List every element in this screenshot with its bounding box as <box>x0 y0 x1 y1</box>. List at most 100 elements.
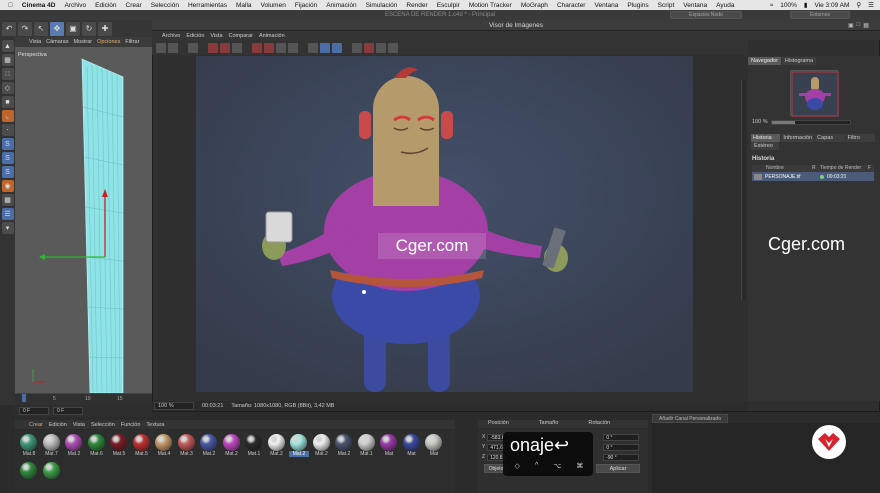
mat-menu-item-active[interactable]: Crear <box>29 422 43 428</box>
compare-icon[interactable] <box>288 42 298 53</box>
menu-item[interactable]: Volumen <box>261 2 286 9</box>
mat-menu-item[interactable]: Función <box>121 422 141 428</box>
col-f[interactable]: F <box>868 165 871 172</box>
nav-zoom-slider[interactable] <box>770 119 851 125</box>
app-menu[interactable]: Cinema 4D <box>22 2 56 9</box>
render-view-icon[interactable] <box>220 42 230 53</box>
apple-menu-icon[interactable]:  <box>8 2 13 9</box>
material-swatch[interactable]: Mat.2 <box>312 434 332 461</box>
pv-menu-item[interactable]: Edición <box>186 33 204 39</box>
apply-button[interactable]: Aplicar <box>596 464 640 473</box>
save-icon[interactable] <box>168 42 178 53</box>
clock[interactable]: Vie 3:09 AM <box>814 2 849 9</box>
fit-icon[interactable] <box>352 42 362 53</box>
material-swatch[interactable]: Mat.2 <box>222 434 242 461</box>
timeline-playhead[interactable] <box>22 394 26 402</box>
tab-info[interactable]: Información <box>781 134 815 142</box>
col-time[interactable]: Tiempo de Render <box>820 165 868 172</box>
menu-item[interactable]: Herramientas <box>188 2 227 9</box>
search-field[interactable]: Entornos <box>790 11 850 19</box>
menu-item[interactable]: Selección <box>151 2 179 9</box>
material-swatch[interactable]: Mat.1 <box>357 434 377 461</box>
alpha-icon[interactable] <box>332 42 342 53</box>
menu-item[interactable]: Simulación <box>366 2 398 9</box>
snap-icon[interactable]: S <box>1 138 14 150</box>
material-swatch[interactable]: Mat <box>402 434 422 461</box>
window-icon[interactable]: ▦ <box>863 22 869 29</box>
material-swatch[interactable]: Mat.2 <box>199 434 219 461</box>
col-name[interactable]: Nombre <box>752 165 812 172</box>
material-swatch[interactable]: Mat.4 <box>154 434 174 461</box>
material-swatch[interactable]: Mat.2 <box>64 434 84 461</box>
zoom-field[interactable]: 100 % <box>154 402 194 410</box>
layout-field[interactable]: Espacios Nodo <box>670 11 742 19</box>
menu-item[interactable]: Fijación <box>295 2 317 9</box>
ab-compare-icon[interactable] <box>308 42 318 53</box>
panel-scrollbar[interactable] <box>741 80 746 300</box>
battery-icon[interactable]: ▮ <box>804 1 808 9</box>
menu-item[interactable]: Script <box>658 2 675 9</box>
axis-mode-icon[interactable]: ⌞ <box>1 110 14 122</box>
pv-menu-item[interactable]: Comparar <box>229 33 253 39</box>
material-swatch[interactable]: Mat.2 <box>267 434 287 461</box>
points-mode-icon[interactable]: ∷ <box>1 68 14 80</box>
layers-icon[interactable]: ☰ <box>1 208 14 220</box>
pv-menu-item[interactable]: Vista <box>210 33 222 39</box>
search-icon[interactable]: ⚲ <box>856 1 861 9</box>
mat-menu-item[interactable]: Vista <box>73 422 85 428</box>
menu-item[interactable]: Character <box>557 2 586 9</box>
grid-icon[interactable]: ▦ <box>1 194 14 206</box>
col-r[interactable]: R <box>812 165 820 172</box>
render-settings-icon[interactable] <box>232 42 242 53</box>
redo-icon[interactable]: ↷ <box>18 21 32 36</box>
tab-history[interactable]: Historia <box>751 134 781 142</box>
rot-p-field[interactable]: 0 ° <box>603 443 640 451</box>
lock-icon[interactable]: ◉ <box>1 180 14 192</box>
menu-item[interactable]: Crear <box>126 2 142 9</box>
rot-b-field[interactable]: -90 ° <box>603 453 640 461</box>
texture-mode-icon[interactable]: ▦ <box>1 54 14 66</box>
window-icon[interactable]: □ <box>857 22 861 29</box>
material-swatch[interactable]: Mat.2 <box>334 434 354 461</box>
menu-item[interactable]: Edición <box>95 2 116 9</box>
material-swatch[interactable] <box>42 462 62 489</box>
menu-list-icon[interactable]: ☰ <box>868 1 874 9</box>
info-icon[interactable] <box>388 42 398 53</box>
model-mode-icon[interactable]: ▲ <box>1 40 14 52</box>
render-icon[interactable] <box>252 42 262 53</box>
viewport-menu-item-active[interactable]: Opciones <box>97 39 120 45</box>
lut-icon[interactable] <box>376 42 386 53</box>
menu-item[interactable]: MoGraph <box>521 2 548 9</box>
tab-filter[interactable]: Filtro <box>845 134 876 142</box>
rot-h-field[interactable]: 0 ° <box>603 433 640 441</box>
snapshot-icon[interactable] <box>276 42 286 53</box>
tab-histogram[interactable]: Histograma <box>781 57 817 65</box>
material-swatch[interactable]: Mat.5 <box>109 434 129 461</box>
timeline-ruler[interactable]: 0 5 10 15 <box>15 393 152 405</box>
open-icon[interactable] <box>156 42 166 53</box>
workplane-icon[interactable]: S <box>1 166 14 178</box>
viewport-3d[interactable] <box>15 47 152 393</box>
history-row[interactable]: PERSONAJE.tif 00:03:21 <box>752 172 874 181</box>
add-tool-icon[interactable]: ✚ <box>98 21 112 36</box>
material-swatch[interactable]: Mat.7 <box>42 434 62 461</box>
mat-menu-item[interactable]: Edición <box>49 422 67 428</box>
viewport-menu-item[interactable]: Filtrar <box>125 39 139 45</box>
render-region-icon[interactable] <box>208 42 218 53</box>
nav-zoom-value[interactable]: 100 % <box>752 119 768 125</box>
viewport-menu-item[interactable]: Cámaras <box>46 39 68 45</box>
wifi-icon[interactable]: ≈ <box>770 2 774 9</box>
menu-item[interactable]: Ayuda <box>716 2 734 9</box>
menu-item[interactable]: Render <box>406 2 427 9</box>
tab-navigator[interactable]: Navegador <box>748 57 781 65</box>
add-channel-button[interactable]: Añadir Canal Personalizado <box>652 414 728 423</box>
tab-layers[interactable]: Capas <box>815 134 845 142</box>
viewport-menu-item[interactable]: Mostrar <box>73 39 92 45</box>
export-icon[interactable] <box>364 42 374 53</box>
material-swatch[interactable]: Mat.8 <box>19 434 39 461</box>
material-swatch[interactable]: Mat <box>379 434 399 461</box>
frame-start-field[interactable]: 0 F <box>19 407 49 415</box>
frame-current-field[interactable]: 0 F <box>53 407 83 415</box>
mat-menu-item[interactable]: Selección <box>91 422 115 428</box>
scale-tool-icon[interactable]: ▣ <box>66 21 80 36</box>
